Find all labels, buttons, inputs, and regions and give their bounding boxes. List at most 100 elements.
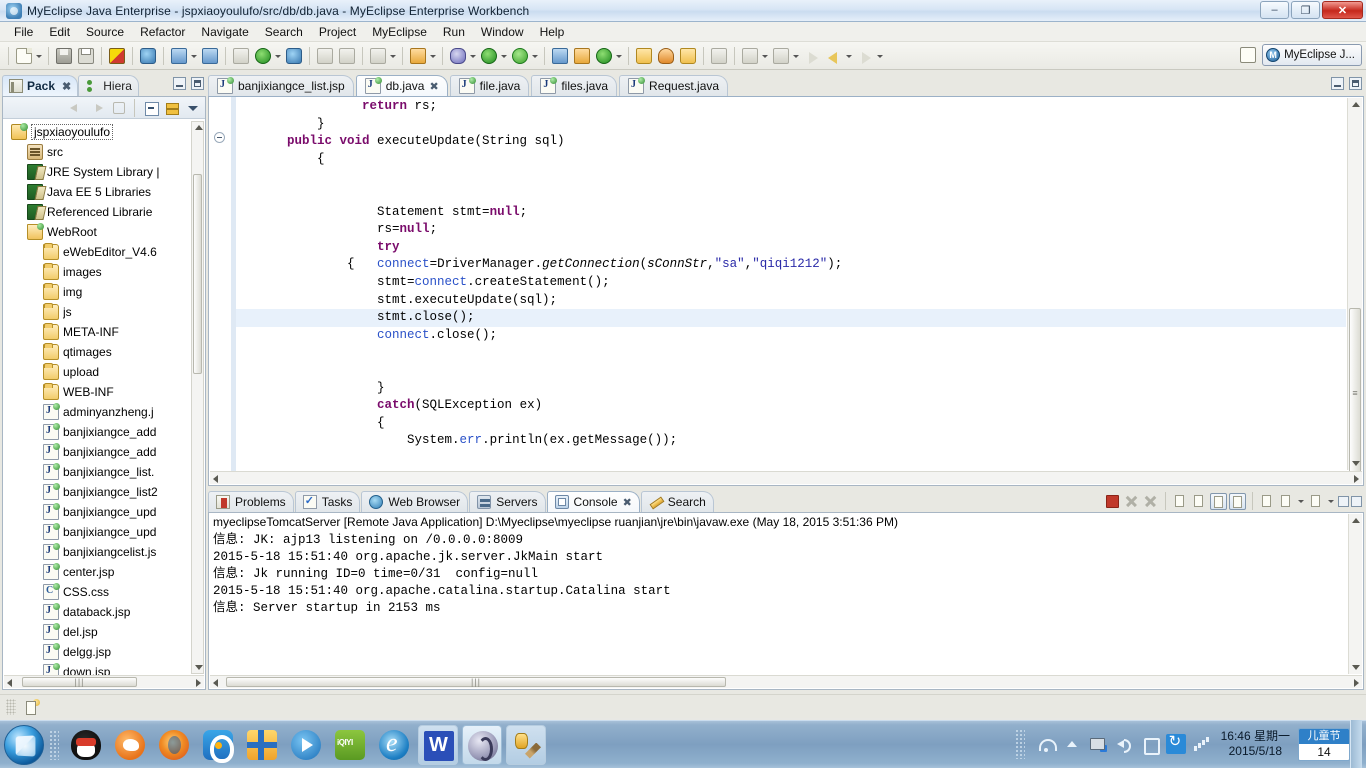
collapse-all-icon[interactable] (142, 99, 160, 117)
print-button[interactable] (76, 46, 96, 66)
scrollbar-thumb[interactable] (193, 174, 202, 374)
tree-vertical-scrollbar[interactable] (191, 121, 204, 674)
console-tab-problems[interactable]: Problems (208, 491, 294, 512)
tree-item-jspxiaoyoulufo[interactable]: jspxiaoyoulufo (3, 122, 205, 142)
tree-item-ewebeditor-v4-6[interactable]: eWebEditor_V4.6 (3, 242, 205, 262)
scroll-right-icon[interactable] (1354, 475, 1359, 483)
editor-tab-files-java[interactable]: files.java (531, 75, 618, 96)
console-vertical-scrollbar[interactable] (1348, 514, 1362, 674)
minimize-console-button[interactable] (1338, 495, 1349, 507)
tree-item-upload[interactable]: upload (3, 362, 205, 382)
thunder-icon[interactable] (242, 725, 282, 765)
run-dropdown[interactable] (500, 46, 509, 66)
new-web-dropdown[interactable] (190, 46, 199, 66)
editor-vertical-scrollbar[interactable]: ≡ (1347, 98, 1362, 478)
scroll-right-icon[interactable] (1354, 679, 1359, 687)
minimize-editor-button[interactable] (1331, 77, 1344, 90)
next-annotation-button[interactable] (740, 46, 760, 66)
tree-item-banjixiangcelist-js[interactable]: banjixiangcelist.js (3, 542, 205, 562)
taskbar-clock[interactable]: 16:46 星期一 2015/5/18 (1221, 729, 1290, 759)
source-code[interactable]: return rs; } public void executeUpdate(S… (236, 97, 1346, 471)
console-output[interactable]: 信息: JK: ajp13 listening on /0.0.0.0:8009… (209, 532, 1347, 674)
pplive-icon[interactable] (198, 725, 238, 765)
tree-item-databack-jsp[interactable]: databack.jsp (3, 602, 205, 622)
media-player-icon[interactable] (286, 725, 326, 765)
new-wizard-web-button[interactable] (169, 46, 189, 66)
menu-myeclipse[interactable]: MyEclipse (364, 23, 435, 41)
menu-refactor[interactable]: Refactor (132, 23, 193, 41)
close-button[interactable]: ✕ (1322, 1, 1363, 19)
prev-annotation-button[interactable] (771, 46, 791, 66)
editor-tab-request-java[interactable]: Request.java (619, 75, 729, 96)
prev-annotation-dropdown[interactable] (792, 46, 801, 66)
tree-item-css-css[interactable]: CSS.css (3, 582, 205, 602)
perspective-myeclipse-java-enterprise[interactable]: M MyEclipse J... (1262, 44, 1362, 66)
debug-button[interactable] (448, 46, 468, 66)
show-hidden-icons-icon[interactable] (1062, 734, 1082, 754)
tree-item-meta-inf[interactable]: META-INF (3, 322, 205, 342)
sync-icon[interactable] (1165, 732, 1186, 754)
wifi-icon[interactable] (1036, 734, 1057, 754)
editor-horizontal-scrollbar[interactable] (210, 471, 1362, 484)
menu-run[interactable]: Run (435, 23, 473, 41)
menu-file[interactable]: File (6, 23, 41, 41)
web-2-button[interactable] (138, 46, 158, 66)
forward-dropdown[interactable] (876, 46, 885, 66)
editor-tab-file-java[interactable]: file.java (449, 75, 530, 96)
menu-navigate[interactable]: Navigate (193, 23, 256, 41)
open-console-dropdown[interactable] (1327, 491, 1336, 511)
scroll-left-icon[interactable] (7, 679, 12, 687)
back-dropdown[interactable] (845, 46, 854, 66)
maximize-console-button[interactable] (1351, 495, 1362, 507)
show-desktop-button[interactable] (1350, 720, 1362, 768)
new-wizard-button[interactable] (14, 46, 34, 66)
start-button[interactable] (4, 724, 44, 765)
qq-icon[interactable] (66, 725, 106, 765)
snapshot-dropdown[interactable] (389, 46, 398, 66)
open-folder-button[interactable] (678, 46, 698, 66)
next-annotation-dropdown[interactable] (761, 46, 770, 66)
signal-icon[interactable] (1192, 734, 1212, 754)
tree-item-webroot[interactable]: WebRoot (3, 222, 205, 242)
server-config-button[interactable] (231, 46, 251, 66)
open-console-button[interactable] (1308, 493, 1325, 510)
export-button[interactable] (550, 46, 570, 66)
forward-button[interactable] (855, 46, 875, 66)
sogou-browser-icon[interactable] (110, 725, 150, 765)
new-package-button[interactable] (572, 46, 592, 66)
menu-source[interactable]: Source (78, 23, 132, 41)
tree-horizontal-scrollbar[interactable]: ||| (4, 675, 204, 688)
open-browser-button[interactable] (284, 46, 304, 66)
scroll-up-icon[interactable] (195, 125, 203, 130)
last-edit-location-button[interactable] (802, 46, 822, 66)
show-console-on-error-button[interactable] (1229, 492, 1246, 510)
tree-item-banjixiangce-list2[interactable]: banjixiangce_list2 (3, 482, 205, 502)
database-tool-window-button[interactable] (506, 724, 546, 765)
spell-check-dropdown[interactable] (615, 46, 624, 66)
tree-item-banjixiangce-upd[interactable]: banjixiangce_upd (3, 522, 205, 542)
back-icon[interactable] (67, 99, 85, 117)
new-class-dropdown[interactable] (429, 46, 438, 66)
tree-item-js[interactable]: js (3, 302, 205, 322)
internet-explorer-icon[interactable] (374, 725, 414, 765)
snapshot-button[interactable] (368, 46, 388, 66)
tree-item-images[interactable]: images (3, 262, 205, 282)
tree-item-img[interactable]: img (3, 282, 205, 302)
scroll-lock-button[interactable] (1191, 493, 1208, 510)
collapse-method-icon[interactable] (214, 132, 225, 143)
close-icon[interactable]: ✖ (62, 80, 71, 93)
menu-search[interactable]: Search (257, 23, 311, 41)
minimize-button[interactable]: – (1260, 1, 1289, 19)
tree-item-banjixiangce-add[interactable]: banjixiangce_add (3, 422, 205, 442)
new-wizard-dropdown[interactable] (35, 46, 44, 66)
festival-countdown-widget[interactable]: 儿童节 14 (1298, 727, 1350, 761)
editor-tab-banjixiangce-list-jsp[interactable]: banjixiangce_list.jsp (208, 75, 354, 96)
save-button[interactable] (54, 46, 74, 66)
network-icon[interactable] (1088, 734, 1108, 754)
tree-item-referenced-librarie[interactable]: Referenced Librarie (3, 202, 205, 222)
tree-item-banjixiangce-list-[interactable]: banjixiangce_list. (3, 462, 205, 482)
firefox-icon[interactable] (154, 725, 194, 765)
console-tab-search[interactable]: Search (640, 491, 714, 512)
tree-item-web-inf[interactable]: WEB-INF (3, 382, 205, 402)
close-icon[interactable]: ✖ (623, 496, 632, 509)
